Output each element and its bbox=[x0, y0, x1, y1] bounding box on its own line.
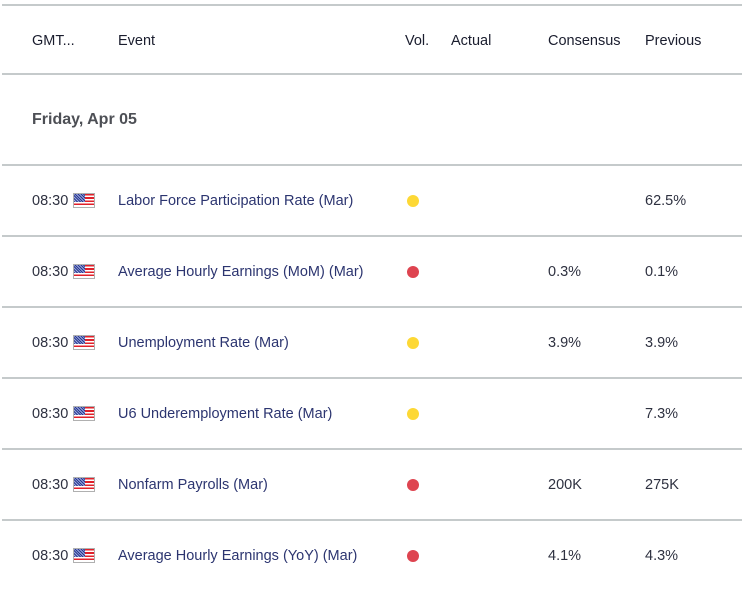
column-header-consensus[interactable]: Consensus bbox=[548, 33, 621, 49]
time-cell: 08:30 bbox=[32, 263, 96, 280]
us-flag-icon bbox=[73, 548, 96, 563]
event-time: 08:30 bbox=[32, 405, 69, 422]
time-cell: 08:30 bbox=[32, 192, 96, 209]
us-flag-icon bbox=[73, 406, 96, 421]
event-time: 08:30 bbox=[32, 263, 69, 280]
event-name[interactable]: Average Hourly Earnings (YoY) (Mar) bbox=[118, 548, 357, 564]
table-row[interactable]: 08:30 U6 Underemployment Rate (Mar) 7.3% bbox=[2, 377, 742, 448]
consensus-value: 0.3% bbox=[548, 263, 582, 280]
previous-value: 275K bbox=[645, 476, 679, 493]
us-flag-icon bbox=[73, 477, 96, 492]
event-name[interactable]: U6 Underemployment Rate (Mar) bbox=[118, 406, 332, 422]
time-cell: 08:30 bbox=[32, 405, 96, 422]
table-header: GMT... Event Vol. Actual Consensus Previ… bbox=[2, 4, 742, 75]
volatility-medium-dot-icon bbox=[407, 194, 419, 207]
column-header-volatility[interactable]: Vol. bbox=[405, 33, 429, 49]
column-header-event[interactable]: Event bbox=[118, 33, 155, 49]
table-row[interactable]: 08:30 Unemployment Rate (Mar) 3.9% 3.9% bbox=[2, 306, 742, 377]
column-header-actual[interactable]: Actual bbox=[451, 33, 491, 49]
previous-value: 0.1% bbox=[645, 263, 679, 280]
event-name[interactable]: Nonfarm Payrolls (Mar) bbox=[118, 477, 268, 493]
event-time: 08:30 bbox=[32, 547, 69, 564]
time-cell: 08:30 bbox=[32, 547, 96, 564]
date-group-label: Friday, Apr 05 bbox=[32, 110, 137, 128]
previous-value: 3.9% bbox=[645, 334, 679, 351]
volatility-high-dot-icon bbox=[407, 265, 419, 278]
column-header-previous[interactable]: Previous bbox=[645, 33, 701, 49]
volatility-medium-dot-icon bbox=[407, 336, 419, 349]
volatility-medium-dot-icon bbox=[407, 407, 419, 420]
consensus-value: 4.1% bbox=[548, 547, 582, 564]
previous-value: 7.3% bbox=[645, 405, 679, 422]
event-name[interactable]: Unemployment Rate (Mar) bbox=[118, 335, 289, 351]
event-name[interactable]: Labor Force Participation Rate (Mar) bbox=[118, 193, 353, 209]
time-cell: 08:30 bbox=[32, 334, 96, 351]
previous-value: 62.5% bbox=[645, 192, 687, 209]
volatility-high-dot-icon bbox=[407, 478, 419, 491]
consensus-value: 3.9% bbox=[548, 334, 582, 351]
us-flag-icon bbox=[73, 193, 96, 208]
table-row[interactable]: 08:30 Average Hourly Earnings (YoY) (Mar… bbox=[2, 519, 742, 590]
column-header-time[interactable]: GMT... bbox=[32, 33, 75, 49]
event-time: 08:30 bbox=[32, 192, 69, 209]
table-row[interactable]: 08:30 Average Hourly Earnings (MoM) (Mar… bbox=[2, 235, 742, 306]
event-name[interactable]: Average Hourly Earnings (MoM) (Mar) bbox=[118, 264, 364, 280]
consensus-value: 200K bbox=[548, 476, 582, 493]
previous-value: 4.3% bbox=[645, 547, 679, 564]
date-group-row: Friday, Apr 05 bbox=[2, 73, 742, 164]
time-cell: 08:30 bbox=[32, 476, 96, 493]
event-time: 08:30 bbox=[32, 476, 69, 493]
us-flag-icon bbox=[73, 264, 96, 279]
event-time: 08:30 bbox=[32, 334, 69, 351]
us-flag-icon bbox=[73, 335, 96, 350]
economic-calendar-table: GMT... Event Vol. Actual Consensus Previ… bbox=[2, 0, 742, 590]
table-row[interactable]: 08:30 Labor Force Participation Rate (Ma… bbox=[2, 164, 742, 235]
volatility-high-dot-icon bbox=[407, 549, 419, 562]
table-row[interactable]: 08:30 Nonfarm Payrolls (Mar) 200K 275K bbox=[2, 448, 742, 519]
